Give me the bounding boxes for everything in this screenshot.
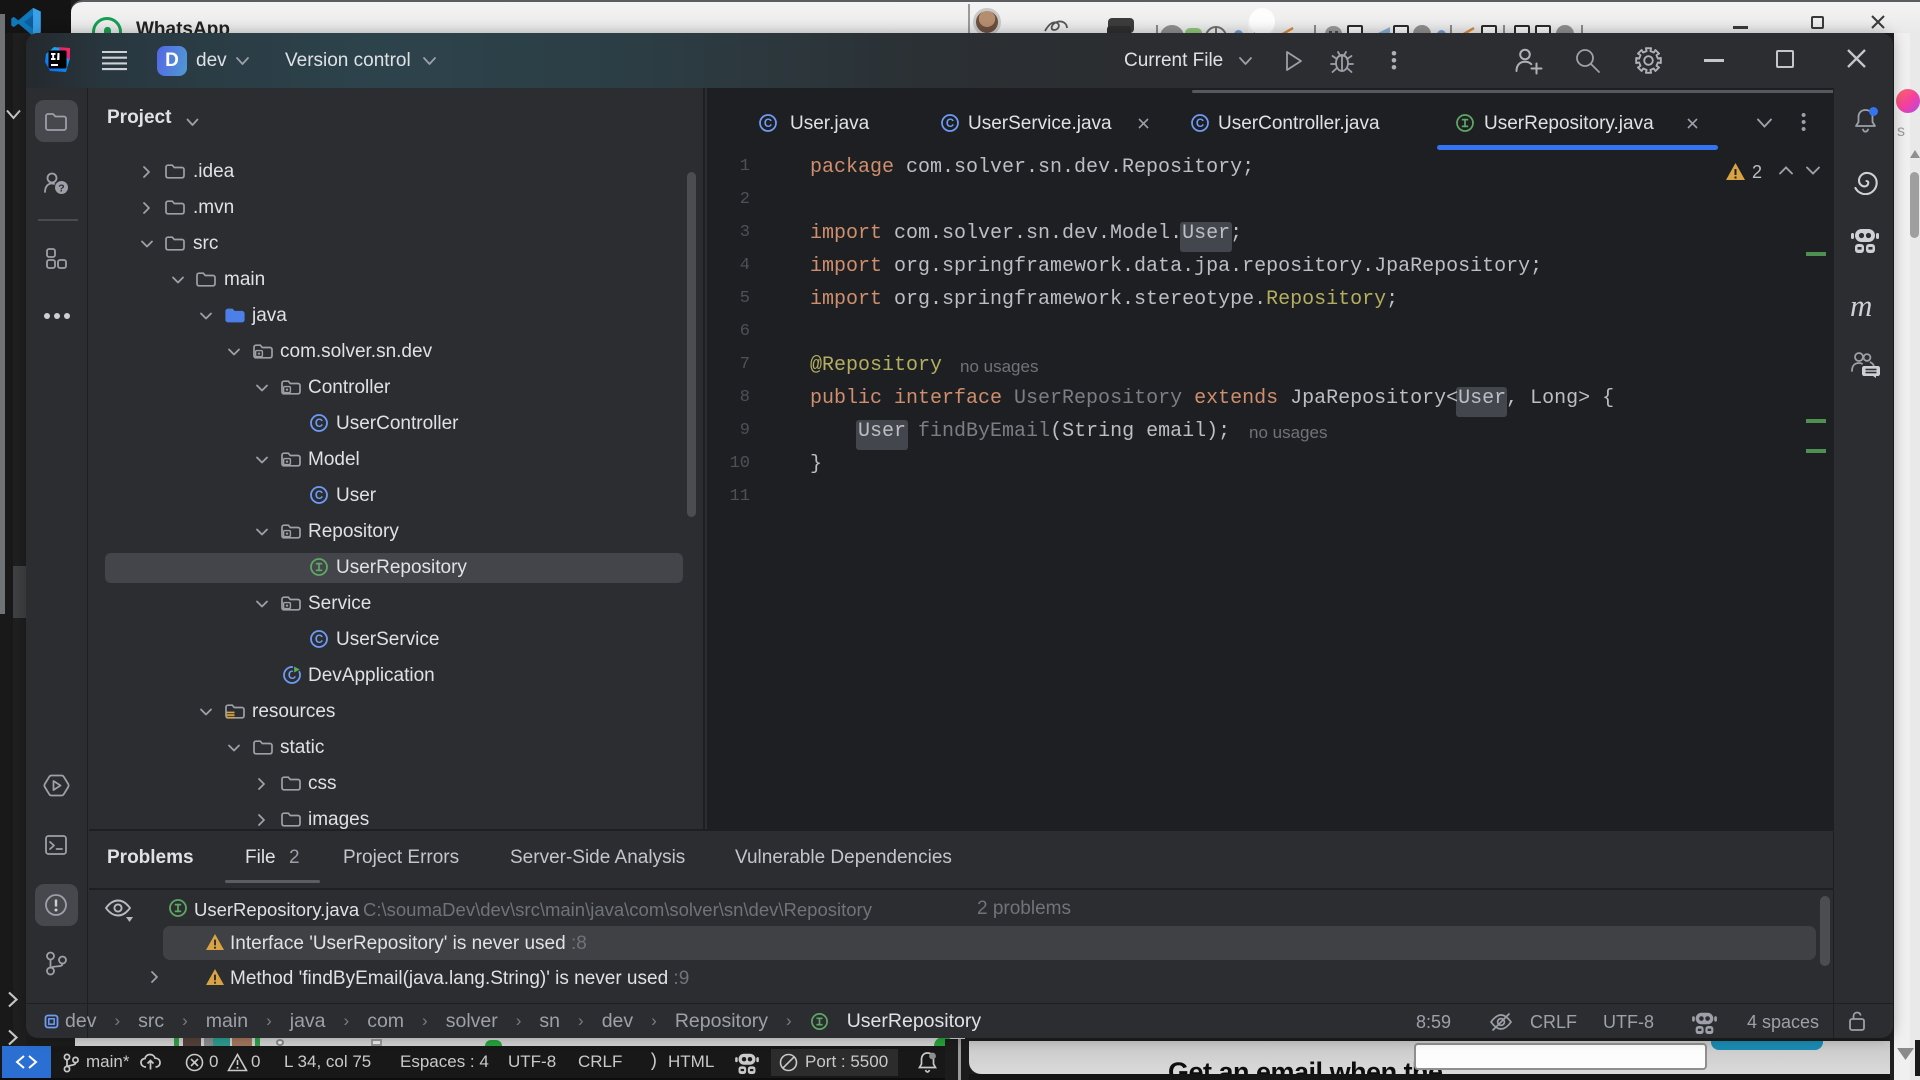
svg-text:C: C [315, 634, 323, 646]
svg-text:?: ? [58, 183, 64, 195]
svg-text:C: C [315, 418, 323, 430]
svg-text:C: C [1196, 118, 1204, 130]
svg-text:C: C [946, 118, 954, 130]
svg-text:C: C [315, 490, 323, 502]
svg-text:C: C [764, 118, 772, 130]
